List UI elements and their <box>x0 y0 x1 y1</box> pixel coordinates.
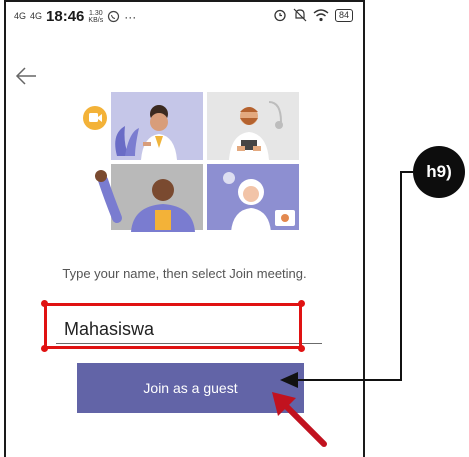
status-bar: 4G 4G 18:46 1.30 KB/s ··· 84 <box>6 2 363 30</box>
net-speed-value: 1.30 <box>88 9 103 17</box>
meeting-illustration <box>83 92 299 232</box>
mute-icon <box>293 8 307 22</box>
alarm-icon <box>274 9 286 22</box>
back-arrow-icon[interactable] <box>14 64 38 88</box>
highlight-corner-tl <box>41 300 48 307</box>
highlight-corner-bl <box>41 345 48 352</box>
status-right: 84 <box>273 8 353 22</box>
more-notifications: ··· <box>124 9 137 24</box>
step-callout-badge: h9) <box>413 146 465 198</box>
name-field-highlight <box>44 303 302 349</box>
callout-connector <box>280 171 413 388</box>
status-left: 4G 4G 18:46 1.30 KB/s ··· <box>14 8 136 25</box>
net-speed-unit: KB/s <box>88 16 104 24</box>
pointer-arrow-icon <box>272 392 327 447</box>
signal-1-label: 4G <box>14 11 27 21</box>
whatsapp-icon <box>108 10 120 23</box>
net-speed: 1.30 KB/s <box>88 10 103 24</box>
wifi-icon <box>313 8 329 21</box>
signal-2-label: 4G <box>30 11 43 21</box>
status-time: 18:46 <box>46 8 85 25</box>
battery-indicator: 84 <box>334 8 353 22</box>
